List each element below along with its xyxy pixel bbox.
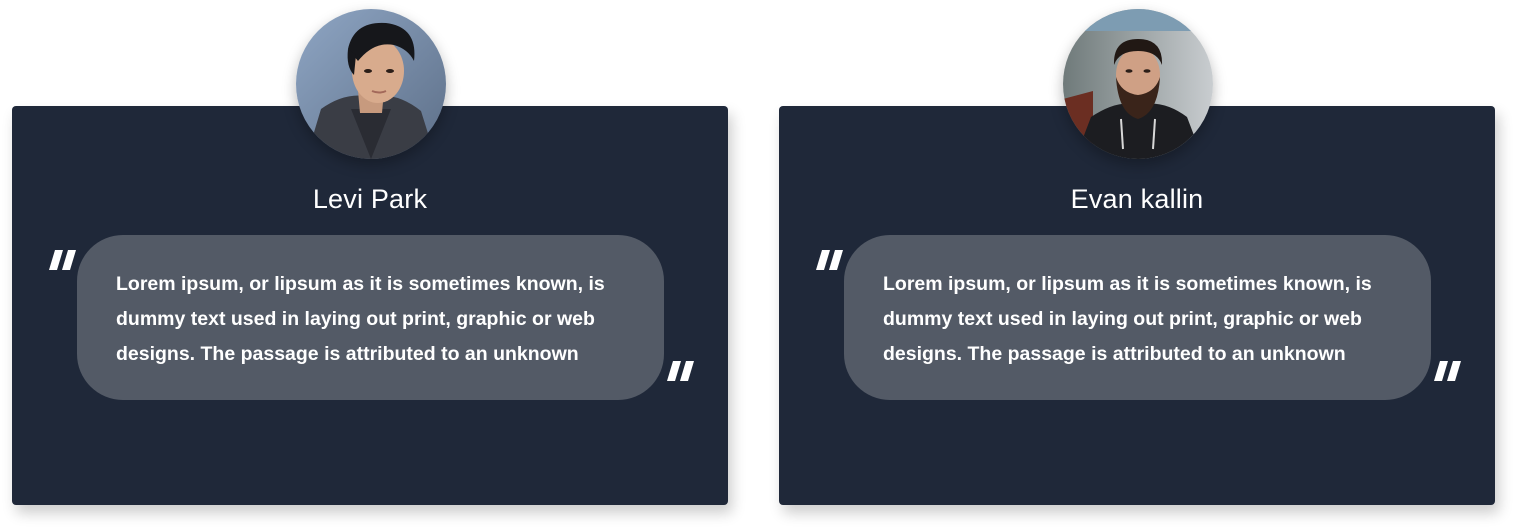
testimonial-quote: Lorem ipsum, or lipsum as it is sometime… <box>883 273 1372 365</box>
testimonial-card-evan-kallin: Evan kallin Lorem ipsum, or lipsum as it… <box>779 106 1495 505</box>
testimonial-quote: Lorem ipsum, or lipsum as it is sometime… <box>116 273 605 365</box>
person-photo-avatar <box>296 9 446 159</box>
testimonial-name: Levi Park <box>312 184 428 214</box>
testimonial-card-levi-park: Levi Park Lorem ipsum, or lipsum as it i… <box>12 106 728 505</box>
quote-bubble: Lorem ipsum, or lipsum as it is sometime… <box>77 235 664 400</box>
close-quote-icon <box>1434 361 1462 381</box>
testimonial-name: Evan kallin <box>1070 184 1204 214</box>
avatar-evan-kallin <box>1063 9 1213 159</box>
quote-bubble: Lorem ipsum, or lipsum as it is sometime… <box>844 235 1431 400</box>
person-photo-avatar <box>1063 9 1213 159</box>
open-quote-icon <box>816 250 844 270</box>
open-quote-icon <box>49 250 77 270</box>
close-quote-icon <box>667 361 695 381</box>
avatar-levi-park <box>296 9 446 159</box>
